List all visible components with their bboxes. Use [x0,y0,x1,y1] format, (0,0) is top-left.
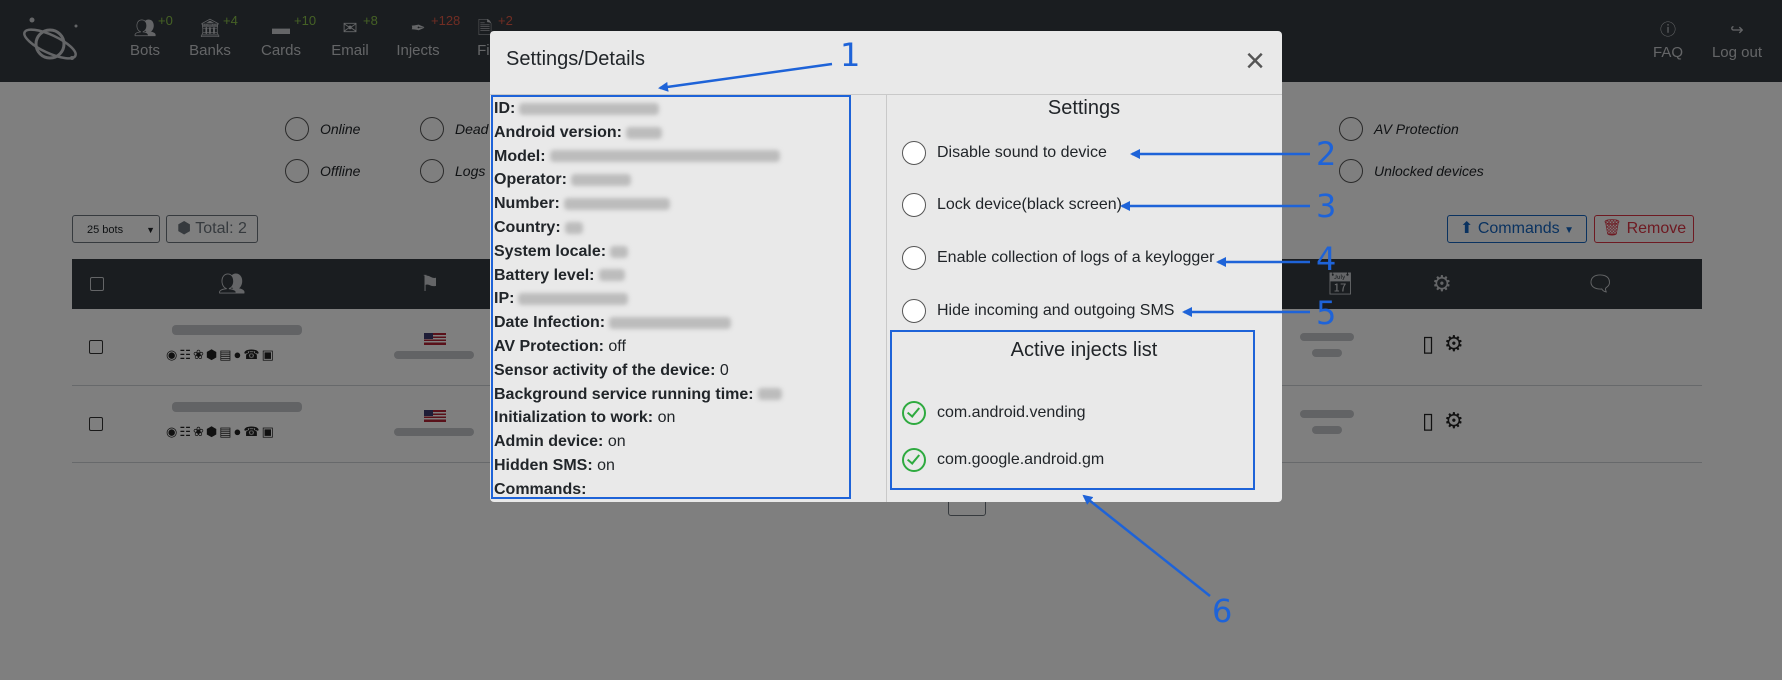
annotation-5: 5 [1316,294,1337,332]
annotation-2: 2 [1316,135,1337,173]
annotation-4: 4 [1316,240,1337,278]
annotation-1: 1 [840,36,861,74]
annotation-arrows [658,62,1310,597]
annotation-6: 6 [1212,592,1233,630]
annotation-3: 3 [1316,187,1337,225]
